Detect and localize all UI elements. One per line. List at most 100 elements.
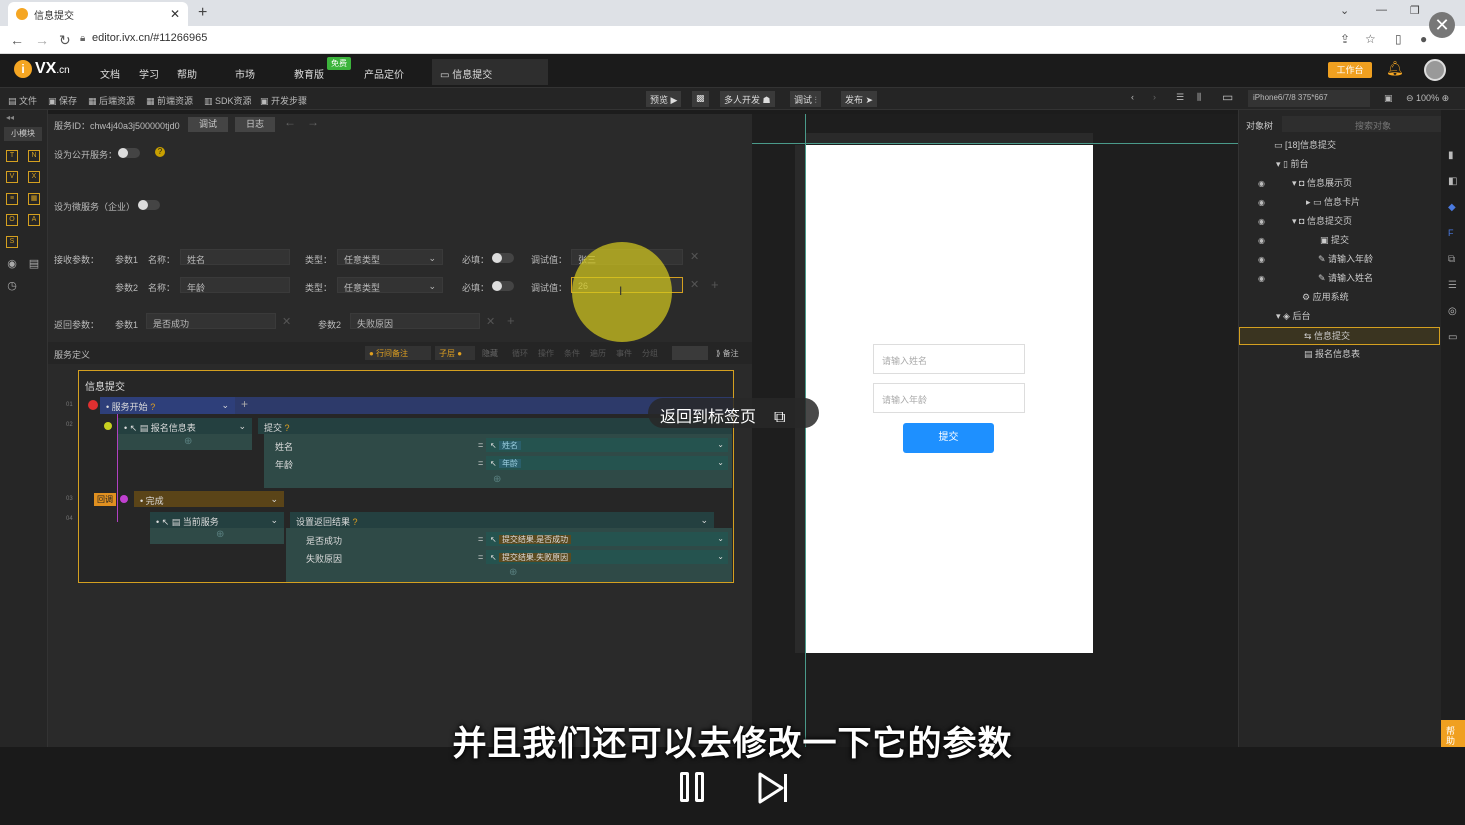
eye-icon[interactable]: ◉ (1258, 274, 1265, 283)
micro-service-toggle[interactable] (138, 200, 160, 210)
tree-item-backend[interactable]: ▾ ◈ 后台 (1276, 307, 1310, 326)
nav-forward-icon[interactable]: → (307, 115, 319, 129)
tree-item-age-input[interactable]: ✎ 请输入年龄 (1318, 250, 1373, 269)
public-service-toggle[interactable] (118, 148, 140, 158)
number-component-icon[interactable]: N (28, 150, 40, 162)
param2-name-input[interactable]: 年龄 (180, 277, 290, 293)
sublayer-toggle[interactable]: 子层 ● (435, 346, 475, 360)
overlay-close-icon[interactable]: ✕ (1429, 12, 1455, 38)
publish-button[interactable]: 发布 ➤ (841, 91, 878, 107)
api-icon[interactable]: ◉ (6, 258, 18, 270)
object-search-input[interactable]: 搜索对象 (1355, 119, 1391, 132)
age-input-preview[interactable]: 请输入年龄 (873, 383, 1025, 413)
condition-tool[interactable]: 条件 (564, 348, 580, 359)
param2-delete-icon[interactable]: ✕ (690, 278, 699, 291)
table-component-icon[interactable]: ▦ (28, 193, 40, 205)
tree-item-app-system[interactable]: ⚙ 应用系统 (1302, 288, 1349, 307)
tree-item-report-table[interactable]: ▤ 报名信息表 (1304, 345, 1360, 364)
tree-item-name-input[interactable]: ✎ 请输入姓名 (1318, 269, 1373, 288)
field2-value[interactable]: ↖ 年龄 ⌄ (486, 456, 728, 470)
menu-edu[interactable]: 教育版 (294, 66, 324, 81)
forward-icon[interactable]: → (35, 32, 49, 48)
event-icon[interactable]: ◆ (1448, 202, 1456, 213)
device-select[interactable]: iPhone6/7/8 375*667 (1248, 90, 1370, 107)
undo-icon[interactable]: ‹ (1131, 92, 1134, 102)
current-service-block[interactable]: • ↖ ▤ 当前服务 ⌄ (150, 512, 284, 528)
style-icon[interactable]: ◧ (1448, 176, 1457, 187)
tree-item-submit-button[interactable]: ▣ 提交 (1320, 231, 1349, 250)
menu-help[interactable]: 帮助 (177, 66, 197, 81)
copy-icon[interactable]: ⧉ (1448, 254, 1455, 265)
tree-item-frontend[interactable]: ▾ ▯ 前台 (1276, 155, 1309, 174)
tree-item-display-page[interactable]: ▾ ◘ 信息展示页 (1292, 174, 1352, 193)
loop-tool[interactable]: 循环 (512, 348, 528, 359)
url-field[interactable]: editor.ivx.cn/#11266965 (92, 32, 207, 44)
back-icon[interactable]: ← (10, 32, 24, 48)
dev-steps-button[interactable]: ▣ 开发步骤 (260, 94, 307, 107)
share-icon[interactable]: ⇪ (1340, 32, 1350, 46)
return2-delete-icon[interactable]: ✕ (486, 315, 495, 328)
tree-item-submit-page[interactable]: ▾ ◘ 信息提交页 (1292, 212, 1352, 231)
nav-back-icon[interactable]: ← (284, 115, 296, 129)
variable-component-icon[interactable]: V (6, 171, 18, 183)
log-button[interactable]: 日志 (235, 117, 275, 132)
menu-docs[interactable]: 文档 (100, 66, 120, 81)
browser-tab[interactable]: 信息提交 ✕ (8, 2, 188, 26)
submit-button-preview[interactable]: 提交 (903, 423, 994, 453)
eye-icon[interactable]: ◉ (1258, 236, 1265, 245)
text-component-icon[interactable]: T (6, 150, 18, 162)
timer-icon[interactable]: ◷ (6, 280, 18, 292)
param1-name-input[interactable]: 姓名 (180, 249, 290, 265)
result2-value[interactable]: ↖ 提交结果.失败原因 ⌄ (486, 550, 728, 564)
name-input-preview[interactable]: 请输入姓名 (873, 344, 1025, 374)
zoom-control[interactable]: ⊖ 100% ⊕ (1406, 93, 1449, 104)
debug-button[interactable]: 调试 ⫶ (790, 91, 821, 107)
reload-icon[interactable]: ↻ (59, 32, 71, 49)
app-tab-active[interactable]: ▭ 信息提交 (432, 59, 548, 85)
done-block[interactable]: • 完成 ⌄ (134, 491, 284, 507)
frontend-resource-button[interactable]: ▦ 前端资源 (146, 94, 193, 107)
minimize-icon[interactable]: — (1376, 4, 1387, 16)
tab-close-icon[interactable]: ✕ (170, 7, 180, 21)
note-tool[interactable]: ⟫ 备注 (716, 348, 739, 359)
eye-icon[interactable]: ◉ (1258, 179, 1265, 188)
layers-icon[interactable]: ☰ (1448, 280, 1457, 291)
param2-type-select[interactable]: 任意类型 ⌄ (337, 277, 443, 293)
tree-item-info-card[interactable]: ▸ ▭ 信息卡片 (1306, 193, 1360, 212)
add-return-icon[interactable]: + (507, 313, 515, 328)
bookmark-star-icon[interactable]: ☆ (1365, 32, 1376, 46)
field1-value[interactable]: ↖ 姓名 ⌄ (486, 438, 728, 452)
tab-list-icon[interactable]: ⌄ (1340, 4, 1349, 17)
small-module-tab[interactable]: 小模块 (4, 127, 42, 141)
add-field-icon[interactable]: ⊕ (509, 567, 517, 578)
add-child-icon[interactable]: ⊕ (216, 529, 224, 540)
sidepanel-icon[interactable]: ▯ (1395, 32, 1402, 46)
param1-type-select[interactable]: 任意类型 ⌄ (337, 249, 443, 265)
monitor-icon[interactable]: ▭ (1222, 90, 1233, 104)
function-icon[interactable]: F (1448, 228, 1454, 238)
fit-icon[interactable]: ▣ (1384, 93, 1393, 104)
service-component-icon[interactable]: S (6, 236, 18, 248)
service-start-block[interactable]: • 服务开始 ? ⌄ (100, 397, 235, 414)
panel-icon[interactable]: ▭ (1448, 332, 1457, 343)
result1-value[interactable]: ↖ 提交结果.是否成功 ⌄ (486, 532, 728, 546)
settings-icon[interactable]: ◎ (1448, 306, 1457, 317)
param1-required-toggle[interactable] (492, 253, 514, 263)
sdk-resource-button[interactable]: ▥ SDK资源 (204, 94, 252, 107)
profile-icon[interactable]: ● (1420, 32, 1427, 46)
param2-required-toggle[interactable] (492, 281, 514, 291)
add-block-icon[interactable]: + (241, 397, 248, 411)
menu-pricing[interactable]: 产品定价 (364, 66, 404, 81)
set-result-block[interactable]: 设置返回结果 ? ⌄ (290, 512, 714, 528)
save-button[interactable]: ▣ 保存 (48, 94, 77, 107)
zoom-select[interactable] (672, 346, 708, 360)
database-icon[interactable]: ▤ (28, 258, 40, 270)
add-child-icon[interactable]: ⊕ (184, 436, 192, 447)
eye-icon[interactable]: ◉ (1258, 198, 1265, 207)
pause-icon[interactable] (680, 772, 710, 804)
restore-icon[interactable]: ❐ (1410, 4, 1420, 17)
new-tab-button[interactable]: + (198, 4, 207, 22)
menu-market[interactable]: 市场 (235, 66, 255, 81)
group-tool[interactable]: 分组 (642, 348, 658, 359)
traverse-tool[interactable]: 遍历 (590, 348, 606, 359)
